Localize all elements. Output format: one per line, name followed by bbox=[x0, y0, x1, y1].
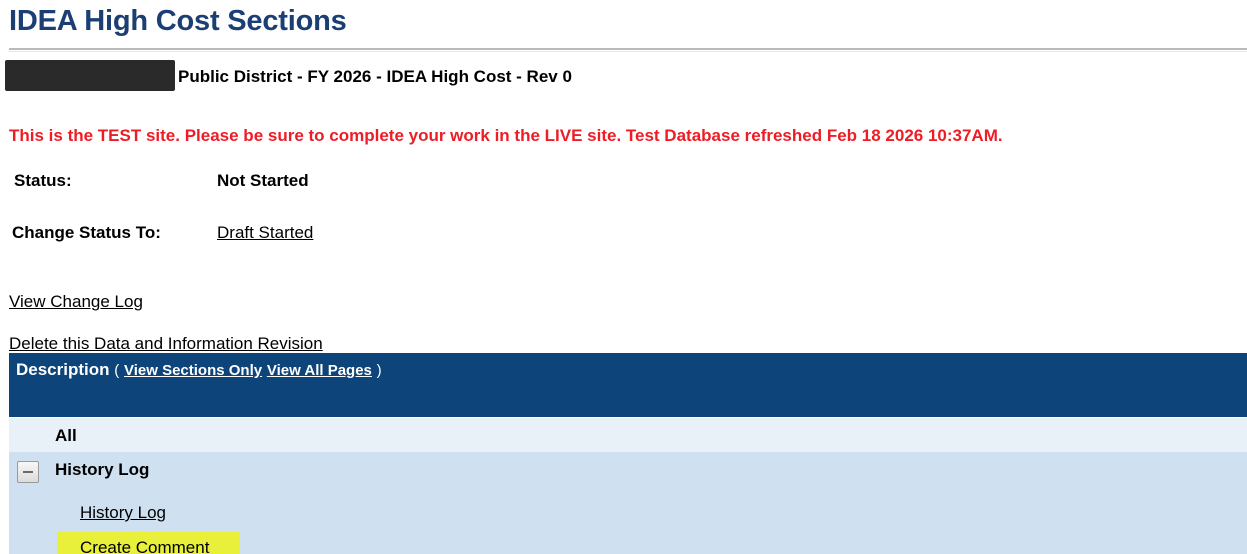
title-divider-shadow bbox=[9, 51, 1247, 52]
status-value: Not Started bbox=[217, 171, 309, 190]
description-header-content: Description ( View Sections Only View Al… bbox=[16, 360, 382, 380]
district-line: Public District - FY 2026 - IDEA High Co… bbox=[178, 67, 572, 86]
view-change-log-link[interactable]: View Change Log bbox=[9, 292, 143, 312]
page-title: IDEA High Cost Sections bbox=[9, 5, 347, 37]
description-close-paren: ) bbox=[376, 362, 382, 379]
change-status-draft-started-link[interactable]: Draft Started bbox=[217, 223, 313, 243]
redacted-district-name bbox=[5, 60, 175, 91]
view-all-pages-link[interactable]: View All Pages bbox=[267, 362, 372, 379]
page: IDEA High Cost Sections Public District … bbox=[0, 0, 1247, 554]
section-group-label: History Log bbox=[55, 460, 150, 479]
section-group-history-log: History Log History Log Create Comment bbox=[9, 452, 1247, 554]
description-header: Description ( View Sections Only View Al… bbox=[9, 353, 1247, 417]
change-status-label: Change Status To: bbox=[12, 223, 161, 242]
title-divider bbox=[9, 48, 1247, 50]
section-all-label: All bbox=[55, 426, 77, 445]
create-comment-link[interactable]: Create Comment bbox=[80, 538, 209, 554]
description-title: Description bbox=[16, 360, 110, 379]
delete-revision-link[interactable]: Delete this Data and Information Revisio… bbox=[9, 334, 323, 354]
minus-collapse-icon[interactable] bbox=[17, 461, 39, 483]
status-label: Status: bbox=[14, 171, 72, 190]
minus-glyph bbox=[23, 471, 33, 473]
section-row-all: All bbox=[9, 418, 1247, 452]
description-open-paren: ( bbox=[114, 362, 120, 379]
test-site-warning: This is the TEST site. Please be sure to… bbox=[9, 126, 1003, 145]
view-sections-only-link[interactable]: View Sections Only bbox=[124, 362, 262, 379]
history-log-link[interactable]: History Log bbox=[80, 503, 166, 523]
